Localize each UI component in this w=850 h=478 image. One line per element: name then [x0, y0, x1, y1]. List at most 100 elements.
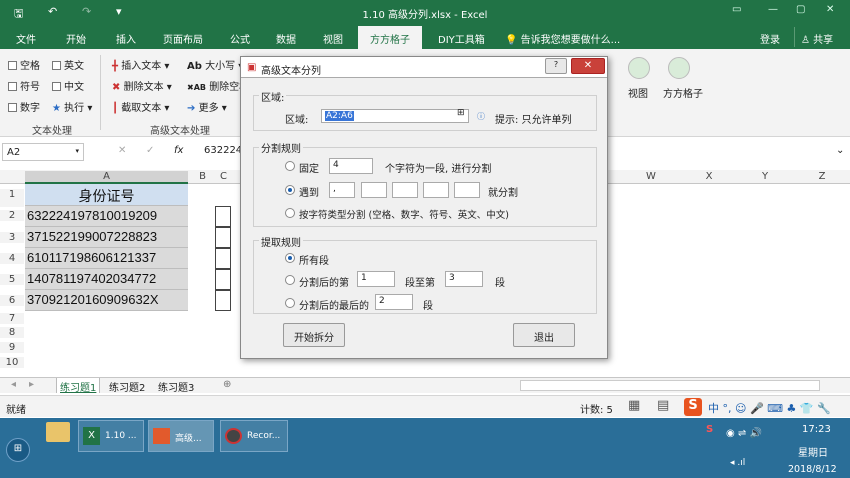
table-cell[interactable]: 140781197402034772 [25, 269, 188, 290]
insert-text-button[interactable]: ╋ 插入文本 ▾ [112, 57, 169, 72]
normal-view-icon[interactable]: ▦ [628, 398, 640, 413]
extract-text-button[interactable]: ┃ 截取文本 ▾ [112, 99, 169, 114]
tab-ffgz[interactable]: 方方格子 [358, 26, 422, 49]
tab-home[interactable]: 开始 [66, 31, 86, 46]
ime-toolbar-icons[interactable]: 中 °, ☺ 🎤 ⌨ ♣ 👕 🔧 [708, 400, 831, 416]
row-header[interactable]: 2 [0, 210, 24, 221]
row-header[interactable]: 6 [0, 295, 24, 306]
tab-file[interactable]: 文件 [16, 31, 36, 46]
taskbar-dialog[interactable]: 高级... [148, 420, 214, 452]
tab-view[interactable]: 视图 [323, 31, 343, 46]
meet-input-1[interactable]: , [329, 182, 355, 198]
tab-data[interactable]: 数据 [276, 31, 296, 46]
sheet-tab-1[interactable]: 练习题1 [56, 378, 101, 394]
column-y[interactable]: Y [740, 171, 790, 182]
close-button[interactable]: ✕ [826, 4, 834, 15]
enter-icon[interactable]: ✓ [146, 145, 154, 156]
network-icon[interactable]: ◂ .ıl [730, 458, 745, 468]
tell-me-search[interactable]: 💡 告诉我您想要做什么... [505, 31, 620, 46]
cell-c5[interactable] [215, 269, 231, 290]
delete-text-button[interactable]: ✖ 删除文本 ▾ [112, 78, 172, 93]
after-from-input[interactable]: 1 [357, 271, 395, 287]
radio-char-type[interactable] [285, 208, 295, 218]
restore-button[interactable]: ▢ [796, 4, 805, 15]
view-button[interactable]: 视图 [628, 85, 648, 100]
ffgz-button[interactable]: 方方格子 [663, 85, 703, 100]
table-cell[interactable]: 632224197810019209 [25, 206, 188, 227]
checkbox-number[interactable]: 数字 [8, 99, 40, 114]
meet-input-3[interactable] [392, 182, 418, 198]
execute-button[interactable]: ★ 执行 ▾ [52, 99, 92, 114]
radio-all[interactable] [285, 253, 295, 263]
row-header[interactable]: 4 [0, 253, 24, 264]
more-button[interactable]: ➔ 更多 ▾ [187, 99, 227, 114]
column-c[interactable]: C [215, 171, 232, 182]
table-cell[interactable]: 370921201609096​32X [25, 290, 188, 311]
checkbox-symbol[interactable]: 符号 [8, 78, 40, 93]
taskbar-excel[interactable]: X 1.10 ... [78, 420, 144, 452]
minimize-button[interactable]: — [768, 4, 778, 15]
sogou-icon[interactable]: S [684, 398, 702, 416]
row-header[interactable]: 10 [0, 357, 24, 368]
column-x[interactable]: X [684, 171, 734, 182]
taskbar-recorder[interactable]: Recor... [220, 420, 288, 452]
tab-insert[interactable]: 插入 [116, 31, 136, 46]
formula-content[interactable]: 632224 [204, 145, 242, 156]
row-header[interactable]: 1 [0, 189, 24, 207]
clock-date[interactable]: 2018/8/12 [788, 464, 837, 475]
name-box[interactable]: A2 ▾ [2, 143, 84, 161]
meet-input-2[interactable] [361, 182, 387, 198]
tray-icons[interactable]: ◉ ⇌ 🔊 [726, 428, 762, 439]
chevron-down-icon[interactable]: ▾ [75, 147, 79, 155]
fx-icon[interactable]: fx [174, 145, 183, 156]
meet-input-4[interactable] [423, 182, 449, 198]
ribbon-display-icon[interactable]: ▭ [732, 4, 741, 15]
share-button[interactable]: ♙ 共享 [794, 27, 833, 47]
cell-c4[interactable] [215, 248, 231, 269]
after-to-input[interactable]: 3 [445, 271, 483, 287]
last-input[interactable]: 2 [375, 294, 413, 310]
sheet-tab-3[interactable]: 练习题3 [155, 378, 197, 394]
cell-c3[interactable] [215, 227, 231, 248]
checkbox-space[interactable]: 空格 [8, 57, 40, 72]
page-layout-icon[interactable]: ▤ [657, 398, 669, 413]
exit-button[interactable]: 退出 [513, 323, 575, 347]
cell-c2[interactable] [215, 206, 231, 227]
checkbox-english[interactable]: 英文 [52, 57, 84, 72]
checkbox-chinese[interactable]: 中文 [52, 78, 84, 93]
range-picker-icon[interactable]: ⊞ [457, 108, 465, 118]
horizontal-scrollbar[interactable] [520, 380, 820, 391]
row-header[interactable]: 7 [0, 313, 24, 324]
add-sheet-icon[interactable]: ⊕ [220, 378, 234, 393]
expand-formula-icon[interactable]: ⌄ [836, 145, 844, 156]
sheet-tab-2[interactable]: 练习题2 [106, 378, 148, 394]
row-header[interactable]: 5 [0, 274, 24, 285]
cell-c6[interactable] [215, 290, 231, 311]
help-button[interactable]: ? [545, 58, 567, 74]
tab-diy[interactable]: DIY工具箱 [438, 31, 485, 46]
clock-weekday[interactable]: 星期日 [798, 444, 828, 459]
row-header[interactable]: 9 [0, 342, 24, 353]
folder-icon[interactable] [46, 422, 70, 442]
case-button[interactable]: Ab 大小写 ▾ [187, 57, 243, 72]
table-cell[interactable]: 610117198606121337 [25, 248, 188, 269]
start-button[interactable]: ⊞ [6, 438, 30, 462]
row-header[interactable]: 8 [0, 327, 24, 338]
start-split-button[interactable]: 开始拆分 [283, 323, 345, 347]
table-cell[interactable]: 371522199007228823 [25, 227, 188, 248]
meet-input-5[interactable] [454, 182, 480, 198]
clock-time[interactable]: 17:23 [802, 424, 831, 435]
column-z[interactable]: Z [797, 171, 847, 182]
radio-meet[interactable] [285, 185, 295, 195]
cancel-icon[interactable]: ✕ [118, 145, 126, 156]
fixed-input[interactable]: 4 [329, 158, 373, 174]
prev-sheet-icon[interactable]: ◂ [8, 378, 19, 393]
login-link[interactable]: 登录 [760, 31, 780, 46]
column-a[interactable]: A [25, 171, 188, 184]
tab-formulas[interactable]: 公式 [230, 31, 250, 46]
radio-last[interactable] [285, 298, 295, 308]
column-w[interactable]: W [626, 171, 676, 182]
radio-fixed[interactable] [285, 161, 295, 171]
region-input[interactable]: A2:A6 [321, 109, 469, 123]
dialog-close-button[interactable]: ✕ [571, 58, 605, 74]
